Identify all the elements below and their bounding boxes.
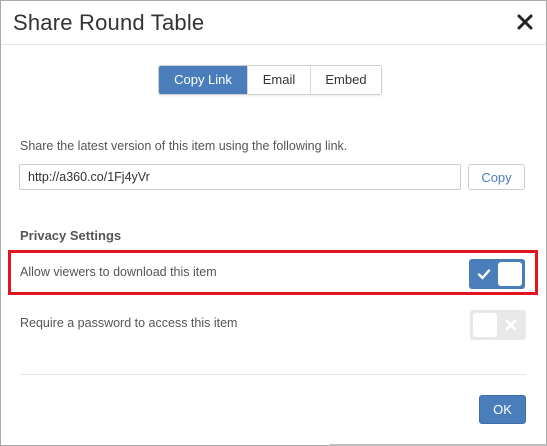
- require-password-label: Require a password to access this item: [20, 316, 238, 330]
- share-tabs: Copy Link Email Embed: [158, 65, 382, 95]
- share-link-description: Share the latest version of this item us…: [20, 139, 348, 153]
- ok-button[interactable]: OK: [479, 395, 526, 424]
- close-button[interactable]: [514, 11, 536, 33]
- toggle-knob: [498, 262, 522, 286]
- allow-download-label: Allow viewers to download this item: [20, 265, 217, 279]
- check-icon: [477, 269, 491, 280]
- dialog-header: Share Round Table: [1, 1, 546, 45]
- dialog-title: Share Round Table: [13, 10, 205, 35]
- allow-download-toggle[interactable]: [469, 259, 525, 289]
- close-icon: [517, 14, 533, 30]
- privacy-settings-heading: Privacy Settings: [20, 228, 122, 243]
- tab-embed[interactable]: Embed: [310, 66, 381, 94]
- tab-copy-link[interactable]: Copy Link: [159, 66, 247, 94]
- tab-email[interactable]: Email: [247, 66, 310, 94]
- toggle-knob: [473, 313, 497, 337]
- footer-divider: [20, 374, 526, 375]
- x-icon: [505, 319, 517, 331]
- require-password-toggle[interactable]: [470, 310, 526, 340]
- share-dialog: Share Round Table Copy Link Email Embed …: [0, 0, 547, 446]
- copy-button[interactable]: Copy: [468, 164, 525, 190]
- share-link-input[interactable]: [19, 164, 461, 190]
